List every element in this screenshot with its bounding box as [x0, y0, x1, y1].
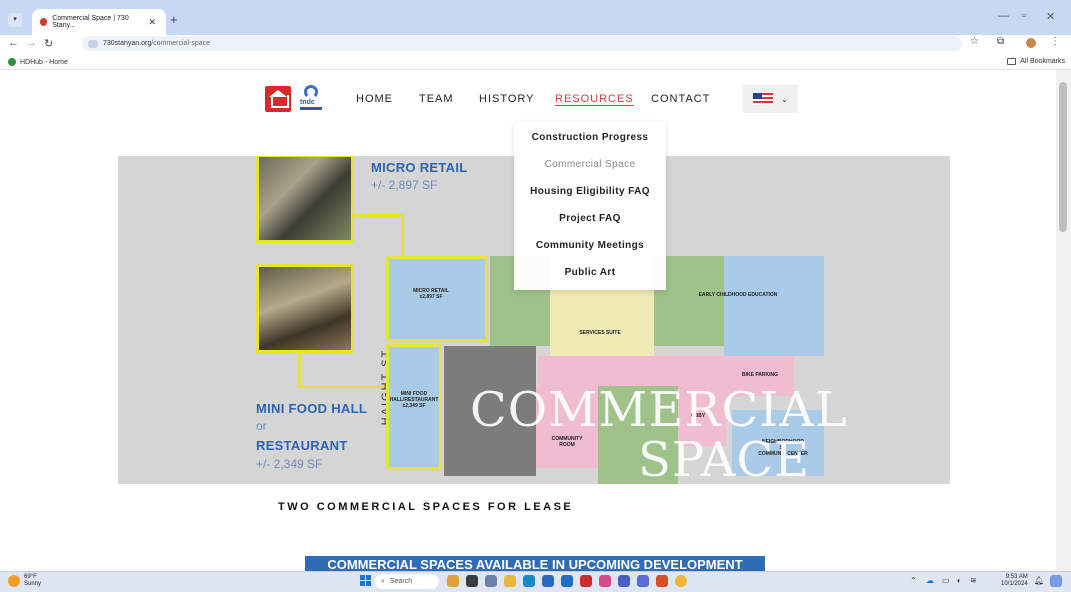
onedrive-icon[interactable]: ☁ [926, 576, 934, 585]
photos-icon[interactable] [599, 575, 611, 587]
resources-dropdown-menu: Construction Progress Commercial Space H… [514, 122, 666, 290]
profile-avatar[interactable] [1026, 38, 1036, 48]
early-childhood-label: EARLY CHILDHOOD EDUCATION [698, 292, 778, 298]
connector-line [298, 350, 301, 388]
url-path: /commercial-space [151, 40, 211, 47]
tab-search-button[interactable]: ▾ [8, 13, 22, 27]
bookmark-star-icon[interactable]: ☆ [970, 36, 979, 47]
nav-history[interactable]: HISTORY [479, 93, 535, 105]
weather-sun-icon[interactable] [8, 575, 20, 587]
tab-close-icon[interactable]: ✕ [148, 17, 156, 28]
reload-icon[interactable]: ↻ [44, 37, 53, 50]
network-icon[interactable]: ≋ [970, 576, 977, 585]
copilot-icon[interactable] [1050, 575, 1062, 587]
early-childhood-zone [724, 256, 824, 356]
services-suite-label: SERVICES SUITE [579, 330, 621, 336]
space-watermark: SPACE [638, 432, 811, 484]
teams-work-icon[interactable] [637, 575, 649, 587]
availability-banner: COMMERCIAL SPACES AVAILABLE IN UPCOMING … [305, 556, 765, 571]
weather-widget[interactable]: 69°F Sunny [24, 574, 41, 588]
connector-line [354, 214, 404, 217]
search-icon: ⌕ [381, 577, 385, 585]
food-hall-size: +/- 2,349 SF [256, 457, 323, 471]
restaurant-title: RESTAURANT [256, 438, 348, 453]
notification-bell-icon[interactable]: 🔔︎ [1034, 576, 1044, 585]
weather-condition: Sunny [24, 581, 42, 587]
us-flag-icon [753, 93, 774, 105]
address-bar[interactable]: 730stanyan.org/commercial-space [82, 36, 962, 51]
taskview-icon[interactable] [466, 575, 478, 587]
teams-icon[interactable] [618, 575, 630, 587]
clock-date: 10/1/2024 [1001, 581, 1028, 587]
store-icon[interactable] [542, 575, 554, 587]
food-hall-plan-label: MINI FOOD HALL/RESTAURANT ±2,349 SF [389, 391, 439, 409]
commercial-watermark: COMMERCIAL [470, 382, 848, 438]
search-placeholder: Search [389, 578, 413, 585]
site-favicon-icon [40, 18, 48, 26]
bookmark-label: HDHub - Home [20, 58, 68, 66]
forward-icon[interactable]: → [26, 37, 37, 49]
bookmarks-bar: HDHub - Home All Bookmarks [0, 55, 1071, 70]
extensions-icon[interactable]: ⧉ [997, 36, 1004, 47]
show-hidden-icons-icon[interactable]: ⌃ [910, 576, 917, 585]
menu-item-housing-eligibility-faq[interactable]: Housing Eligibility FAQ [514, 186, 666, 197]
house-logo-icon[interactable] [265, 86, 291, 112]
folder-app-icon[interactable] [504, 575, 516, 587]
food-hall-title: MINI FOOD HALL [256, 401, 368, 416]
tab-title: Commercial Space | 730 Stany... [52, 15, 129, 29]
web-page: tndc HOME TEAM HISTORY RESOURCES CONTACT… [0, 70, 1056, 571]
language-selector[interactable]: ⌄ [743, 85, 798, 113]
start-menu-icon[interactable] [360, 575, 371, 586]
or-label: or [256, 419, 267, 433]
chrome-icon[interactable] [675, 575, 687, 587]
nav-home[interactable]: HOME [356, 93, 393, 105]
taskbar-search[interactable]: ⌕ Search [375, 574, 439, 589]
url-host: 730stanyan.org [103, 40, 152, 47]
window-close-icon[interactable]: ✕ [1046, 10, 1055, 23]
temperature: 69°F [24, 574, 37, 580]
hdhub-favicon-icon [8, 58, 16, 66]
all-bookmarks-label: All Bookmarks [1020, 58, 1065, 65]
micro-retail-size: +/- 2,897 SF [371, 178, 438, 192]
settings-icon[interactable] [485, 575, 497, 587]
nav-contact[interactable]: CONTACT [651, 93, 710, 105]
menu-item-project-faq[interactable]: Project FAQ [514, 213, 666, 224]
acrobat-icon[interactable] [580, 575, 592, 587]
menu-item-public-art[interactable]: Public Art [514, 267, 666, 278]
micro-retail-photo [256, 156, 354, 243]
new-tab-button[interactable]: + [170, 12, 178, 27]
nav-team[interactable]: TEAM [419, 93, 454, 105]
all-bookmarks-button[interactable]: All Bookmarks [1007, 58, 1065, 65]
volume-icon[interactable]: ◖ [956, 576, 961, 585]
browser-tab-active[interactable]: Commercial Space | 730 Stany... ✕ [32, 9, 166, 35]
scrollbar-thumb[interactable] [1059, 82, 1067, 232]
outlook-icon[interactable] [561, 575, 573, 587]
office-icon[interactable] [656, 575, 668, 587]
micro-retail-plan-label: MICRO RETAIL ±2,897 SF [413, 288, 449, 300]
minimize-icon[interactable]: — [998, 10, 1009, 22]
site-info-icon[interactable] [88, 39, 98, 48]
clock-time: 9:53 AM [1005, 574, 1028, 580]
chevron-down-icon: ⌄ [781, 94, 788, 104]
bike-parking-label: BIKE PARKING [741, 372, 779, 378]
back-icon[interactable]: ← [8, 37, 19, 49]
food-hall-photo [256, 264, 354, 353]
file-explorer-icon[interactable] [447, 575, 459, 587]
browser-menu-icon[interactable]: ⋮ [1050, 36, 1060, 47]
micro-retail-title: MICRO RETAIL [371, 160, 468, 175]
menu-item-construction-progress[interactable]: Construction Progress [514, 132, 666, 143]
edge-icon[interactable] [523, 575, 535, 587]
taskbar-clock[interactable]: 9:53 AM 10/1/2024 [1001, 574, 1028, 588]
tndc-logo-icon[interactable]: tndc [298, 85, 324, 113]
section-title: TWO COMMERCIAL SPACES FOR LEASE [278, 501, 574, 513]
menu-item-community-meetings[interactable]: Community Meetings [514, 240, 666, 251]
restore-icon[interactable]: ▫ [1022, 10, 1026, 22]
bookmark-hdhub[interactable]: HDHub - Home [8, 58, 68, 66]
nav-resources[interactable]: RESOURCES [555, 93, 634, 105]
menu-item-commercial-space[interactable]: Commercial Space [514, 159, 666, 170]
folder-icon [1007, 58, 1017, 65]
display-icon[interactable]: ▭ [942, 576, 950, 585]
